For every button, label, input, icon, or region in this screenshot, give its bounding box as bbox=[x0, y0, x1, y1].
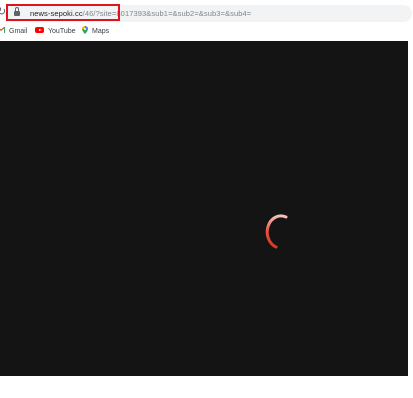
bookmark-maps-label: Maps bbox=[92, 28, 110, 35]
loading-spinner bbox=[265, 214, 288, 249]
maps-icon bbox=[82, 26, 88, 35]
youtube-icon bbox=[35, 27, 44, 34]
bookmark-gmail-label: Gmail bbox=[9, 28, 28, 35]
page-content bbox=[0, 41, 408, 376]
page-bottom-margin bbox=[0, 376, 413, 398]
url-highlight-box bbox=[6, 4, 120, 21]
bookmark-youtube-label: YouTube bbox=[48, 28, 76, 35]
gmail-icon bbox=[0, 27, 5, 34]
bookmark-youtube[interactable]: YouTube bbox=[35, 26, 76, 37]
browser-toolbar: ↻ news-sepoki.cc/46/?site=8017393&sub1=&… bbox=[0, 0, 413, 24]
bookmarks-bar: Gmail YouTube Maps bbox=[0, 24, 413, 38]
bookmark-gmail[interactable]: Gmail bbox=[0, 26, 27, 37]
bookmark-maps[interactable]: Maps bbox=[82, 26, 109, 37]
